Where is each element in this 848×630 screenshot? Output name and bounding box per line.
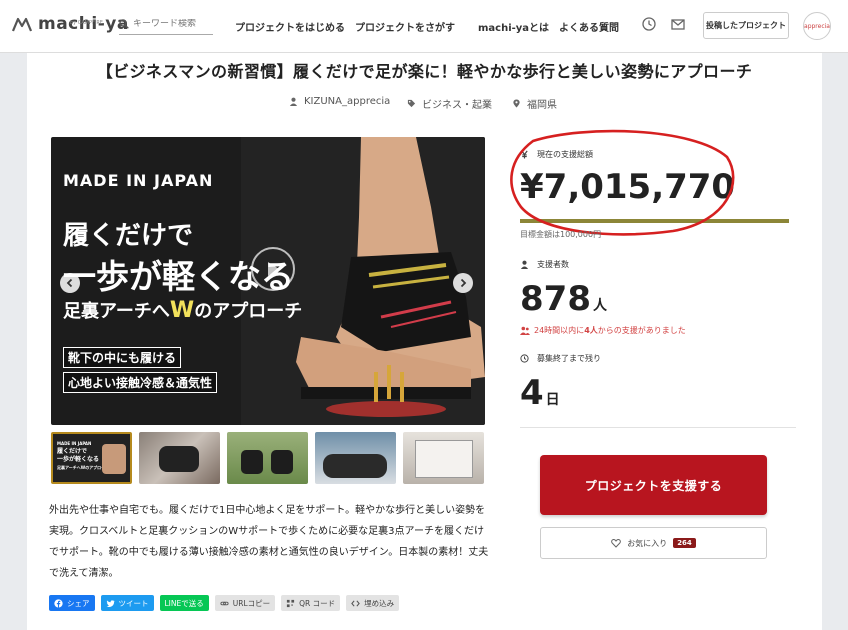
user-avatar[interactable]: apprecia	[803, 12, 831, 40]
supporters-number: 878	[520, 279, 591, 319]
share-facebook-label: シェア	[67, 598, 90, 608]
supporters-unit: 人	[592, 298, 607, 314]
code-icon	[351, 599, 360, 607]
logo-subtitle: by CAMPFIRE	[70, 20, 103, 26]
hero-tag-1: 靴下の中にも履ける	[63, 347, 182, 368]
remaining-label-text: 募集終了まで残り	[537, 354, 601, 363]
users-icon	[520, 326, 530, 335]
favorite-button[interactable]: お気に入り 264	[540, 527, 767, 559]
chevron-left-icon	[66, 278, 73, 288]
nav-about[interactable]: machi-yaとは	[478, 19, 549, 34]
favorite-count: 264	[673, 538, 696, 548]
recent-count: 4人	[584, 326, 598, 335]
thumbnail-5[interactable]	[403, 432, 484, 484]
project-page: 【ビジネスマンの新習慣】履くだけで足が楽に！軽やかな歩行と美しい姿勢にアプローチ…	[27, 53, 822, 630]
hero-line3-w: W	[169, 298, 195, 323]
thumbnail-2-foot	[159, 446, 199, 472]
play-icon	[268, 262, 279, 276]
supporters-count: 878 人	[520, 279, 607, 319]
project-owner[interactable]: KIZUNA_apprecia	[289, 96, 390, 107]
location-name: 福岡県	[527, 100, 557, 111]
recent-post: からの支援がありました	[597, 326, 686, 335]
search-input[interactable]	[133, 19, 209, 29]
project-title: 【ビジネスマンの新習慣】履くだけで足が楽に！軽やかな歩行と美しい姿勢にアプローチ	[96, 62, 753, 81]
share-buttons: シェア ツイート LINEで送る URLコピー QR コード 埋め込み	[49, 595, 400, 611]
clock-icon	[520, 354, 529, 363]
owner-name: KIZUNA_apprecia	[304, 96, 391, 107]
favorite-label: お気に入り	[627, 538, 668, 548]
thumbnail-4[interactable]	[315, 432, 396, 484]
category-name: ビジネス・起業	[422, 100, 492, 111]
thumbnail-3[interactable]	[227, 432, 308, 484]
facebook-icon	[54, 598, 63, 608]
user-icon	[289, 97, 298, 106]
site-header: machi-ya by CAMPFIRE プロジェクトをはじめる プロジェクトを…	[0, 0, 848, 53]
share-line-button[interactable]: LINEで送る	[159, 595, 209, 611]
embed-label: 埋め込み	[364, 598, 395, 608]
share-line-label: LINEで送る	[164, 598, 204, 608]
hero-prev-button[interactable]	[60, 273, 80, 293]
history-icon[interactable]	[641, 16, 657, 32]
mail-icon[interactable]	[670, 16, 686, 32]
hero-headline-1: 履くだけで	[63, 221, 194, 251]
user-icon	[520, 260, 529, 269]
supporters-label-text: 支援者数	[537, 260, 569, 269]
thumbnail-3-foot-right	[271, 450, 293, 474]
project-description: 外出先や仕事や自宅でも。履くだけで1日中心地よく足をサポート。軽やかな歩行と美し…	[49, 505, 489, 579]
project-location[interactable]: 福岡県	[512, 96, 557, 111]
panel-divider	[520, 427, 796, 428]
embed-button[interactable]: 埋め込み	[346, 595, 400, 611]
goal-amount: 目標金額は100,000円	[520, 230, 602, 239]
share-twitter-button[interactable]: ツイート	[100, 595, 154, 611]
search-box[interactable]	[119, 14, 213, 35]
machi-ya-logo-icon	[12, 17, 32, 32]
recent-pre: 24時間以内に	[534, 326, 585, 335]
hero-headline-3: 足裏アーチへWのアプローチ	[63, 297, 302, 323]
thumbnail-4-product	[323, 454, 387, 478]
hero-next-button[interactable]	[453, 273, 473, 293]
remaining-number: 4	[520, 373, 544, 413]
copy-url-button[interactable]: URLコピー	[214, 595, 276, 611]
twitter-icon	[106, 599, 115, 607]
share-twitter-label: ツイート	[118, 598, 149, 608]
remaining-days: 4日	[520, 373, 560, 413]
tag-icon	[407, 99, 416, 108]
nav-faq[interactable]: よくある質問	[559, 19, 619, 34]
qr-code-label: QR コード	[299, 598, 336, 608]
thumbnail-5-factory	[415, 440, 473, 478]
chevron-right-icon	[460, 278, 467, 288]
supporters-label: 支援者数	[520, 259, 569, 270]
hero-made-in-japan: MADE IN JAPAN	[63, 171, 214, 190]
link-icon	[220, 601, 229, 605]
thumbnail-1-foot	[102, 444, 126, 474]
qr-code-icon	[287, 599, 295, 607]
recent-support-note: 24時間以内に 4人 からの支援がありました	[520, 325, 686, 336]
remaining-unit: 日	[545, 392, 560, 408]
video-play-button[interactable]	[251, 247, 295, 291]
heart-icon	[611, 538, 622, 548]
thumbnail-2[interactable]	[139, 432, 220, 484]
project-category[interactable]: ビジネス・起業	[407, 96, 492, 111]
hero-tag-2: 心地よい接触冷感＆通気性	[63, 372, 218, 393]
qr-code-button[interactable]: QR コード	[281, 595, 341, 611]
project-hero-image[interactable]: MADE IN JAPAN 履くだけで 一歩が軽くなる 足裏アーチへWのアプロー…	[51, 137, 485, 425]
thumbnail-3-foot-left	[241, 450, 263, 474]
red-annotation-circle	[510, 129, 735, 236]
hero-line3-pre: 足裏アーチへ	[63, 301, 170, 322]
thumbnail-1[interactable]: MADE IN JAPAN 履くだけで 一歩が軽くなる 足裏アーチへWのアプロー…	[51, 432, 132, 484]
support-project-button[interactable]: プロジェクトを支援する	[540, 455, 767, 515]
thumbnail-strip: MADE IN JAPAN 履くだけで 一歩が軽くなる 足裏アーチへWのアプロー…	[51, 432, 485, 484]
remaining-label: 募集終了まで残り	[520, 353, 601, 364]
nav-find-project[interactable]: プロジェクトをさがす	[355, 19, 455, 34]
posted-projects-button[interactable]: 投稿したプロジェクト	[703, 12, 789, 39]
copy-url-label: URLコピー	[232, 598, 271, 608]
search-icon	[119, 19, 129, 29]
location-pin-icon	[513, 99, 520, 108]
share-facebook-button[interactable]: シェア	[49, 595, 95, 611]
hero-line3-post: のアプローチ	[194, 301, 303, 322]
nav-start-project[interactable]: プロジェクトをはじめる	[235, 19, 345, 34]
